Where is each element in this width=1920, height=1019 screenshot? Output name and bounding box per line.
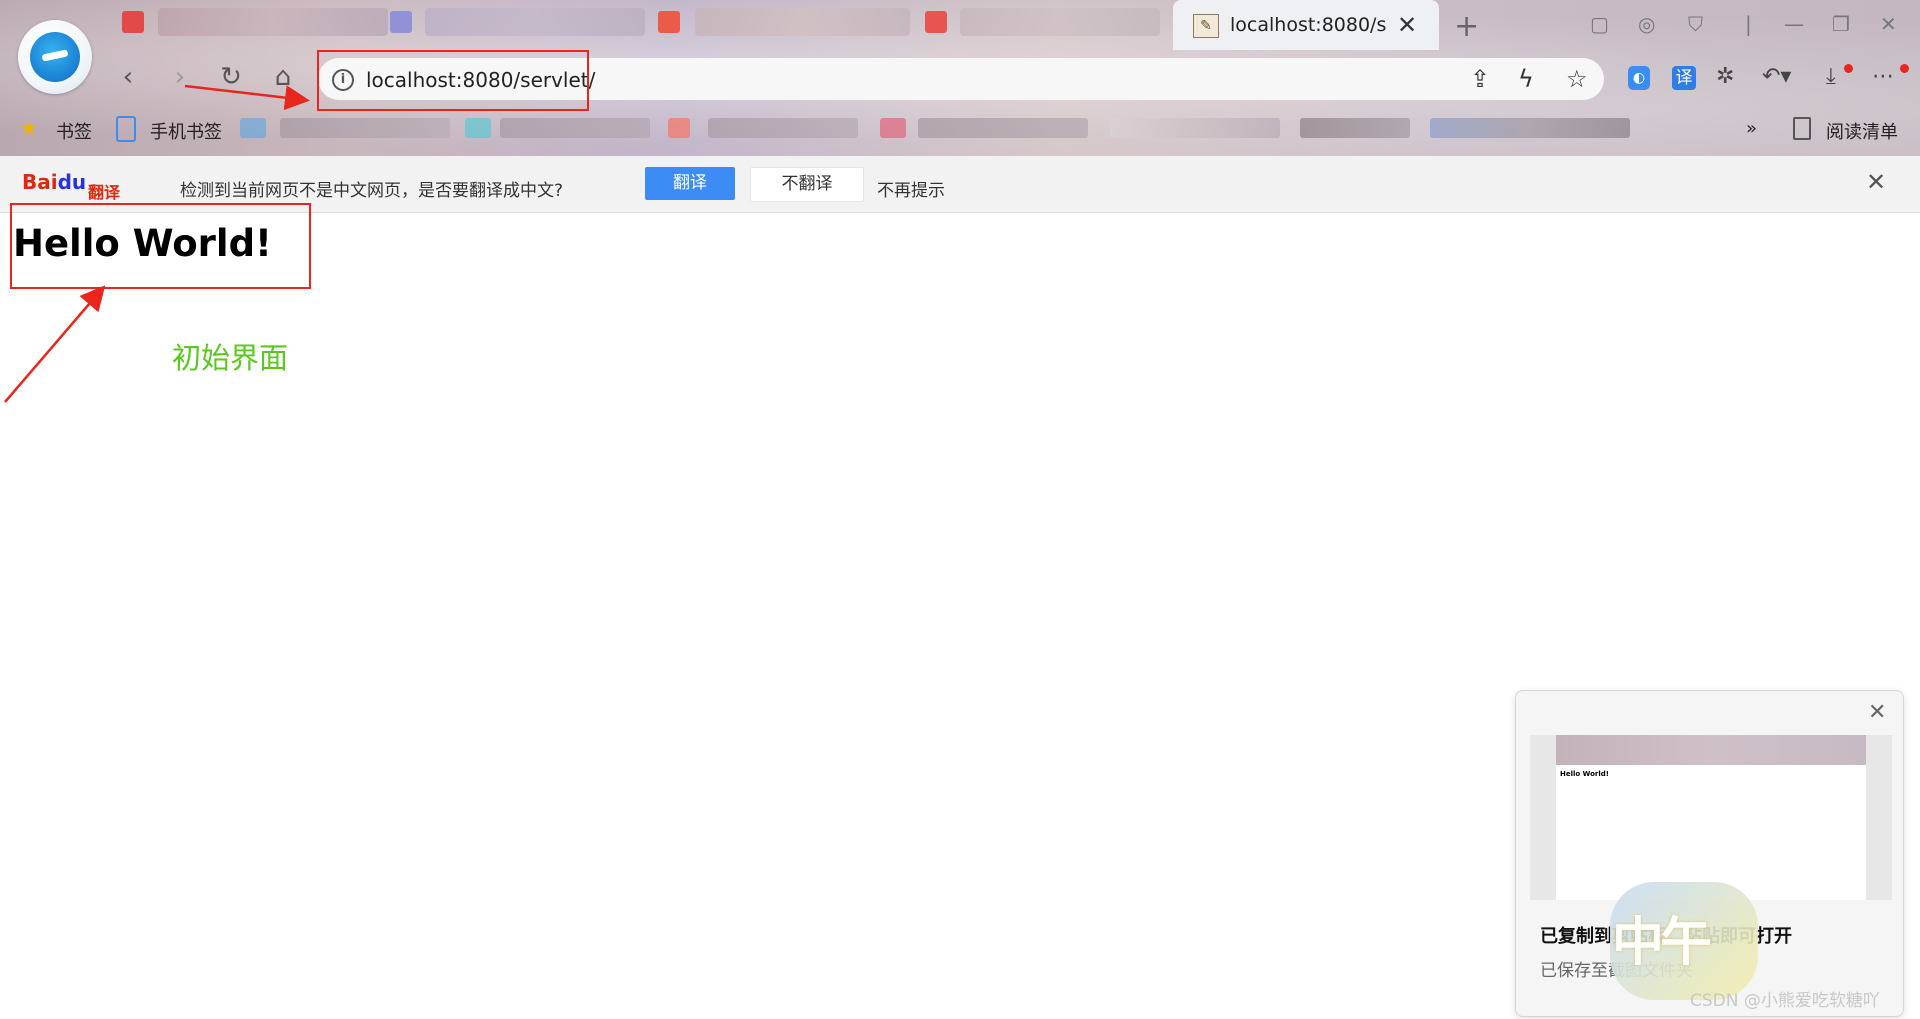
thumbnail-chrome [1556,735,1866,765]
thumbnail-heading: Hello World! [1560,770,1609,778]
arrow-to-url [184,84,310,111]
watermark-glyph: 中午 [1612,913,1712,973]
csdn-watermark: CSDN @小熊爱吃软糖吖 [1690,991,1880,1011]
arrow-to-heading [4,285,106,403]
popup-close-icon[interactable]: ✕ [1868,700,1886,725]
